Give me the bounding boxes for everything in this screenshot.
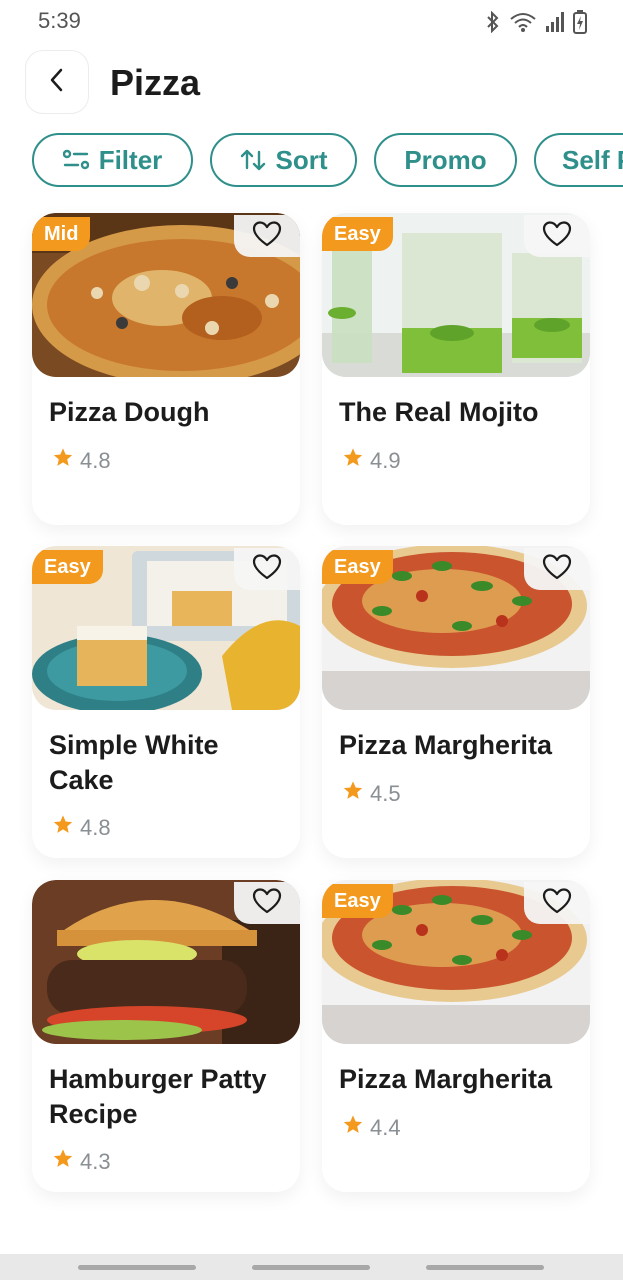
favorite-button[interactable] <box>524 215 590 257</box>
recipe-title: Hamburger Patty Recipe <box>49 1064 267 1129</box>
battery-charging-icon <box>573 10 587 34</box>
star-icon <box>342 447 364 474</box>
difficulty-badge: Easy <box>322 884 393 918</box>
recipe-title: Simple White Cake <box>49 730 219 795</box>
rating-value: 4.9 <box>370 447 401 473</box>
heart-icon <box>252 887 282 920</box>
signal-icon <box>545 11 565 33</box>
star-icon <box>52 1148 74 1175</box>
star-icon <box>342 1114 364 1141</box>
heart-icon <box>542 887 572 920</box>
sort-icon <box>240 148 266 172</box>
recipe-card[interactable]: Hamburger Patty Recipe 4.3 <box>32 880 300 1192</box>
difficulty-badge: Easy <box>32 550 103 584</box>
star-icon <box>52 447 74 474</box>
recipe-title: Pizza Margherita <box>339 730 553 760</box>
favorite-button[interactable] <box>524 882 590 924</box>
filter-icon <box>62 149 89 171</box>
wifi-icon <box>509 11 537 33</box>
rating-value: 4.5 <box>370 780 401 806</box>
recipe-title: Pizza Margherita <box>339 1064 553 1094</box>
status-bar: 5:39 <box>0 0 623 44</box>
system-nav-bar <box>0 1254 623 1280</box>
bluetooth-icon <box>485 11 501 33</box>
favorite-button[interactable] <box>234 548 300 590</box>
difficulty-badge: Easy <box>322 217 393 251</box>
rating-value: 4.4 <box>370 1114 401 1140</box>
recipe-rating: 4.9 <box>342 447 401 474</box>
difficulty-badge: Easy <box>322 550 393 584</box>
status-icons <box>485 10 587 34</box>
star-icon <box>342 780 364 807</box>
heart-icon <box>542 553 572 586</box>
promo-chip-label: Promo <box>404 144 487 175</box>
star-icon <box>52 814 74 841</box>
heart-icon <box>542 220 572 253</box>
nav-back-handle[interactable] <box>426 1265 544 1270</box>
recipe-rating: 4.3 <box>52 1148 111 1175</box>
sort-chip-label: Sort <box>275 144 328 175</box>
rating-value: 4.3 <box>80 1148 111 1174</box>
favorite-button[interactable] <box>524 548 590 590</box>
recipe-rating: 4.4 <box>342 1114 401 1141</box>
recipe-card[interactable]: Mid Pizza Dough 4.8 <box>32 213 300 525</box>
status-time: 5:39 <box>38 8 81 33</box>
recipe-card[interactable]: Easy The Real Mojito 4.9 <box>322 213 590 525</box>
recipe-rating: 4.5 <box>342 780 401 807</box>
sort-chip[interactable]: Sort <box>210 133 357 187</box>
recipe-rating: 4.8 <box>52 814 111 841</box>
rating-value: 4.8 <box>80 814 111 840</box>
favorite-button[interactable] <box>234 882 300 924</box>
filter-chips-row: Filter Sort Promo Self P <box>32 133 623 189</box>
recipe-card[interactable]: Easy Pizza Margherita 4.5 <box>322 546 590 858</box>
recipe-card[interactable]: Easy Simple White Cake 4.8 <box>32 546 300 858</box>
recipe-card[interactable]: Easy Pizza Margherita 4.4 <box>322 880 590 1192</box>
filter-chip[interactable]: Filter <box>32 133 193 187</box>
chevron-left-icon <box>47 66 67 99</box>
filter-chip-label: Filter <box>98 144 163 175</box>
self-pickup-chip-label: Self P <box>562 144 623 175</box>
rating-value: 4.8 <box>80 447 111 473</box>
page-title: Pizza <box>110 62 201 103</box>
back-button[interactable] <box>25 50 89 114</box>
recipe-title: The Real Mojito <box>339 397 539 427</box>
favorite-button[interactable] <box>234 215 300 257</box>
self-pickup-chip[interactable]: Self P <box>534 133 623 187</box>
promo-chip[interactable]: Promo <box>374 133 517 187</box>
recipe-rating: 4.8 <box>52 447 111 474</box>
nav-home-handle[interactable] <box>252 1265 370 1270</box>
heart-icon <box>252 553 282 586</box>
recipe-title: Pizza Dough <box>49 397 210 427</box>
nav-recents-handle[interactable] <box>78 1265 196 1270</box>
header: Pizza <box>0 50 623 114</box>
difficulty-badge: Mid <box>32 217 91 251</box>
heart-icon <box>252 220 282 253</box>
